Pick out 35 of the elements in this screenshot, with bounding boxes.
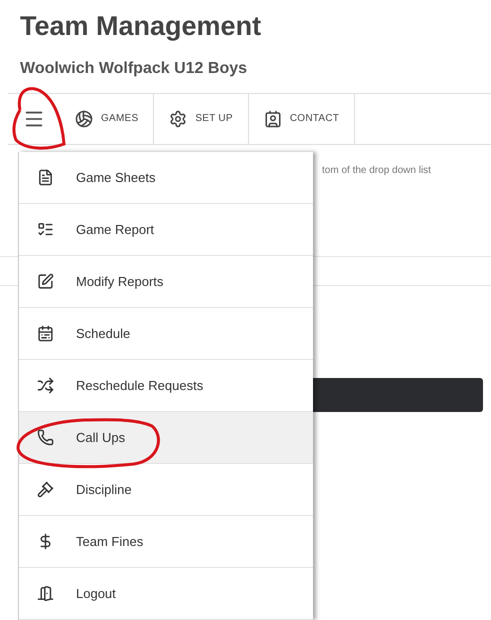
menu-item[interactable]: Reschedule Requests	[19, 360, 313, 412]
menu-item-label: Reschedule Requests	[76, 376, 204, 395]
menu-item-label: Discipline	[76, 480, 132, 499]
settings-icon	[169, 110, 188, 128]
ball-icon	[75, 110, 93, 128]
menu-item-label: Team Fines	[76, 532, 144, 551]
menu-item-label: Logout	[76, 584, 116, 603]
gavel-icon	[37, 481, 54, 498]
menu-item[interactable]: Logout	[19, 568, 313, 620]
contact-card-icon	[264, 110, 282, 128]
instruction-text: tom of the drop down list	[322, 164, 432, 178]
page-title: Team Management	[20, 10, 262, 43]
menu-item[interactable]: Discipline	[19, 464, 313, 516]
menu-item[interactable]: Schedule	[19, 308, 313, 360]
menu-item-label: Modify Reports	[76, 272, 164, 291]
document-icon	[37, 169, 54, 186]
menu-item-label: Game Sheets	[76, 168, 156, 187]
calendar-icon	[37, 325, 54, 342]
nav-tab[interactable]: CONTACT	[248, 94, 356, 144]
menu-item-label: Call Ups	[76, 428, 126, 447]
menu-item[interactable]: Call Ups	[19, 412, 313, 464]
shuffle-icon	[37, 377, 54, 394]
edit-icon	[37, 273, 54, 290]
phone-icon	[37, 429, 54, 446]
menu-item[interactable]: Game Report	[19, 204, 313, 256]
team-name: Woolwich Wolfpack U12 Boys	[20, 58, 248, 78]
list-icon	[37, 221, 54, 238]
menu-item[interactable]: Modify Reports	[19, 256, 313, 308]
menu-item[interactable]: Game Sheets	[19, 152, 313, 204]
nav-tab[interactable]: GAMES	[60, 94, 154, 144]
door-icon	[37, 585, 54, 602]
nav-tab[interactable]: SET UP	[154, 94, 249, 144]
menu-item[interactable]: Team Fines	[19, 516, 313, 568]
menu-item-label: Game Report	[76, 220, 154, 239]
menu-item-label: Schedule	[76, 324, 130, 343]
